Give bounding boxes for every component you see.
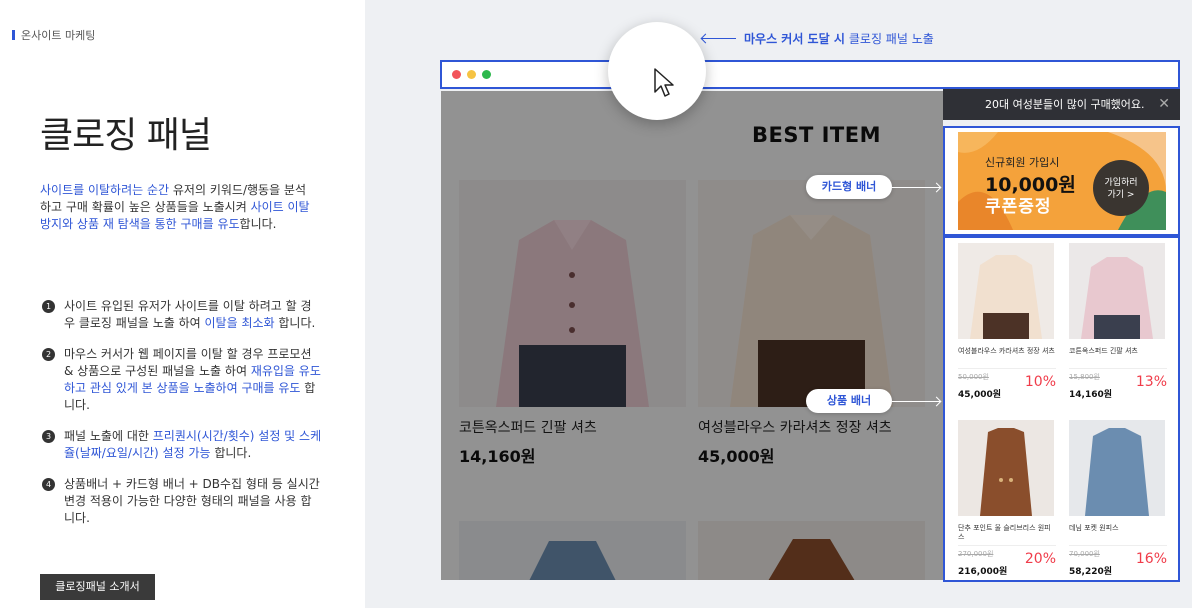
mouse-cursor-icon (654, 68, 674, 97)
price-row: 45,000원 10% (958, 374, 1056, 401)
intro-document-button[interactable]: 클로징패널 소개서 (40, 574, 155, 600)
step-text: 상품배너 + 카드형 배너 + DB수집 형태 등 실시간 변경 적용이 가능한… (64, 476, 322, 527)
step-text: 사이트 유입된 유저가 사이트를 이탈 하려고 할 경우 클로징 패널을 노출 … (64, 298, 322, 332)
product-price: 45,000원 (958, 390, 1002, 400)
arrow-right-icon (892, 187, 940, 188)
product-banner-label: 상품 배너 (806, 389, 892, 413)
product-card[interactable] (698, 521, 925, 580)
step-text-b: 합니다. (210, 446, 252, 460)
step-text-a: 패널 노출에 대한 (64, 429, 153, 443)
product-name: 데님 포켓 원피스 (1069, 524, 1119, 532)
feature-steps: 1 사이트 유입된 유저가 사이트를 이탈 하려고 할 경우 클로징 패널을 노… (42, 298, 322, 541)
window-maximize-dot-icon (482, 70, 491, 79)
step-text-a: 상품배너 + 카드형 배너 + DB수집 형태 등 실시간 변경 적용이 가능한… (64, 477, 320, 525)
product-price: 58,220원 (1069, 567, 1113, 577)
pink-shirt-thumb (1069, 243, 1165, 339)
cursor-callout: 마우스 커서 도달 시 클로징 패널 노출 (702, 30, 934, 47)
product-price: 14,160원 (459, 447, 536, 466)
breadcrumb-marker (12, 30, 15, 40)
banner-coupon: 쿠폰증정 (985, 197, 1052, 217)
product-card[interactable]: 여성블라우스 카라셔츠 정장 셔츠 45,000원 (698, 180, 925, 467)
callout-bold: 마우스 커서 도달 시 (744, 32, 845, 46)
product-image (1069, 243, 1165, 339)
discount-rate: 10% (1024, 374, 1056, 390)
product-image (698, 521, 925, 580)
product-image (958, 243, 1054, 339)
price-row: 216,000원 20% (958, 551, 1056, 578)
step-text-b: 합니다. (274, 316, 316, 330)
product-card[interactable]: 코튼옥스퍼드 긴팔 셔츠 14,160원 (459, 180, 686, 467)
step-text: 마우스 커서가 웹 페이지를 이탈 할 경우 프로모션 & 상품으로 구성된 패… (64, 346, 322, 414)
closing-panel-header: 20대 여성분들이 많이 구매했어요. ✕ (943, 89, 1180, 120)
best-item-title: BEST ITEM (752, 123, 881, 147)
discount-rate: 20% (1024, 551, 1056, 567)
card-banner-label: 카드형 배너 (806, 175, 892, 199)
step-number: 3 (42, 430, 55, 443)
panel-header-text: 20대 여성분들이 많이 구매했어요. (985, 98, 1145, 111)
product-name: 코튼옥스퍼드 긴팔 셔츠 (1069, 347, 1138, 355)
step-item: 4 상품배너 + 카드형 배너 + DB수집 형태 등 실시간 변경 적용이 가… (42, 476, 322, 527)
denim-dress-illustration (529, 541, 616, 580)
product-image (1069, 420, 1165, 516)
step-item: 3 패널 노출에 대한 프리퀀시(시간/횟수) 설정 및 스케쥴(날짜/요일/시… (42, 428, 322, 462)
intro-text-2: 합니다. (239, 217, 277, 231)
product-price: 14,160원 (1069, 390, 1113, 400)
product-image (459, 180, 686, 407)
brown-dress-thumb (958, 420, 1054, 516)
product-name: 여성블라우스 카라셔츠 정장 셔츠 (698, 420, 892, 436)
banner-line1: 신규회원 가입시 (985, 156, 1060, 169)
arrow-right-icon (892, 401, 940, 402)
step-number: 2 (42, 348, 55, 361)
product-image (698, 180, 925, 407)
product-price: 45,000원 (698, 447, 775, 466)
page-title: 클로징 패널 (40, 115, 212, 156)
signup-button[interactable]: 가입하러 가기 > (1093, 160, 1149, 216)
signup-button-line2: 가기 > (1107, 190, 1135, 200)
step-number: 4 (42, 478, 55, 491)
product-price: 216,000원 (958, 567, 1008, 577)
intro-highlight-1: 사이트를 이탈하려는 순간 (40, 183, 170, 197)
breadcrumb: 온사이트 마케팅 (12, 27, 95, 43)
panel-product[interactable]: 코튼옥스퍼드 긴팔 셔츠 15,800원 14,160원 13% (1069, 243, 1167, 401)
discount-rate: 16% (1135, 551, 1167, 567)
step-item: 1 사이트 유입된 유저가 사이트를 이탈 하려고 할 경우 클로징 패널을 노… (42, 298, 322, 332)
price-row: 14,160원 13% (1069, 374, 1167, 401)
signup-coupon-banner[interactable]: 신규회원 가입시 10,000원 쿠폰증정 가입하러 가기 > (958, 132, 1166, 230)
product-image (958, 420, 1054, 516)
product-card[interactable] (459, 521, 686, 580)
discount-rate: 13% (1135, 374, 1167, 390)
card-banner-section: 신규회원 가입시 10,000원 쿠폰증정 가입하러 가기 > (943, 126, 1180, 236)
denim-dress-thumb (1069, 420, 1165, 516)
window-minimize-dot-icon (467, 70, 476, 79)
shop-page: BEST ITEM 코튼옥스퍼드 긴팔 셔츠 14,160원 여성블라우스 카라… (441, 91, 943, 580)
left-panel: 온사이트 마케팅 클로징 패널 사이트를 이탈하려는 순간 유저의 키워드/행동… (0, 0, 365, 608)
step-item: 2 마우스 커서가 웹 페이지를 이탈 할 경우 프로모션 & 상품으로 구성된… (42, 346, 322, 414)
browser-toolbar (440, 60, 1180, 89)
step-number: 1 (42, 300, 55, 313)
callout-text: 클로징 패널 노출 (848, 32, 934, 46)
pink-shirt-illustration (459, 180, 686, 407)
window-close-dot-icon (452, 70, 461, 79)
product-name: 코튼옥스퍼드 긴팔 셔츠 (459, 420, 597, 436)
step-highlight: 이탈을 최소화 (204, 316, 275, 330)
product-name: 여성블라우스 카라셔츠 정장 셔츠 (958, 347, 1055, 355)
brown-dress-illustration (768, 539, 855, 580)
step-text: 패널 노출에 대한 프리퀀시(시간/횟수) 설정 및 스케쥴(날짜/요일/시간)… (64, 428, 322, 462)
breadcrumb-label: 온사이트 마케팅 (21, 29, 96, 42)
panel-product[interactable]: 단추 포인트 울 슬리브리스 원피스 270,000원 216,000원 20% (958, 420, 1056, 578)
panel-product[interactable]: 데님 포켓 원피스 70,000원 58,220원 16% (1069, 420, 1167, 578)
arrow-left-icon (702, 38, 736, 39)
close-icon[interactable]: ✕ (1158, 89, 1170, 120)
product-banner-section: 여성블라우스 카라셔츠 정장 셔츠 50,000원 45,000원 10% 코튼… (943, 236, 1180, 582)
panel-product[interactable]: 여성블라우스 카라셔츠 정장 셔츠 50,000원 45,000원 10% (958, 243, 1056, 401)
product-image (459, 521, 686, 580)
signup-button-line1: 가입하러 (1104, 178, 1138, 188)
intro-text: 사이트를 이탈하려는 순간 유저의 키워드/행동을 분석하고 구매 확률이 높은… (40, 182, 315, 233)
cream-blouse-illustration (698, 180, 925, 407)
product-name: 단추 포인트 울 슬리브리스 원피스 (958, 524, 1051, 541)
cream-blouse-thumb (958, 243, 1054, 339)
price-row: 58,220원 16% (1069, 551, 1167, 578)
